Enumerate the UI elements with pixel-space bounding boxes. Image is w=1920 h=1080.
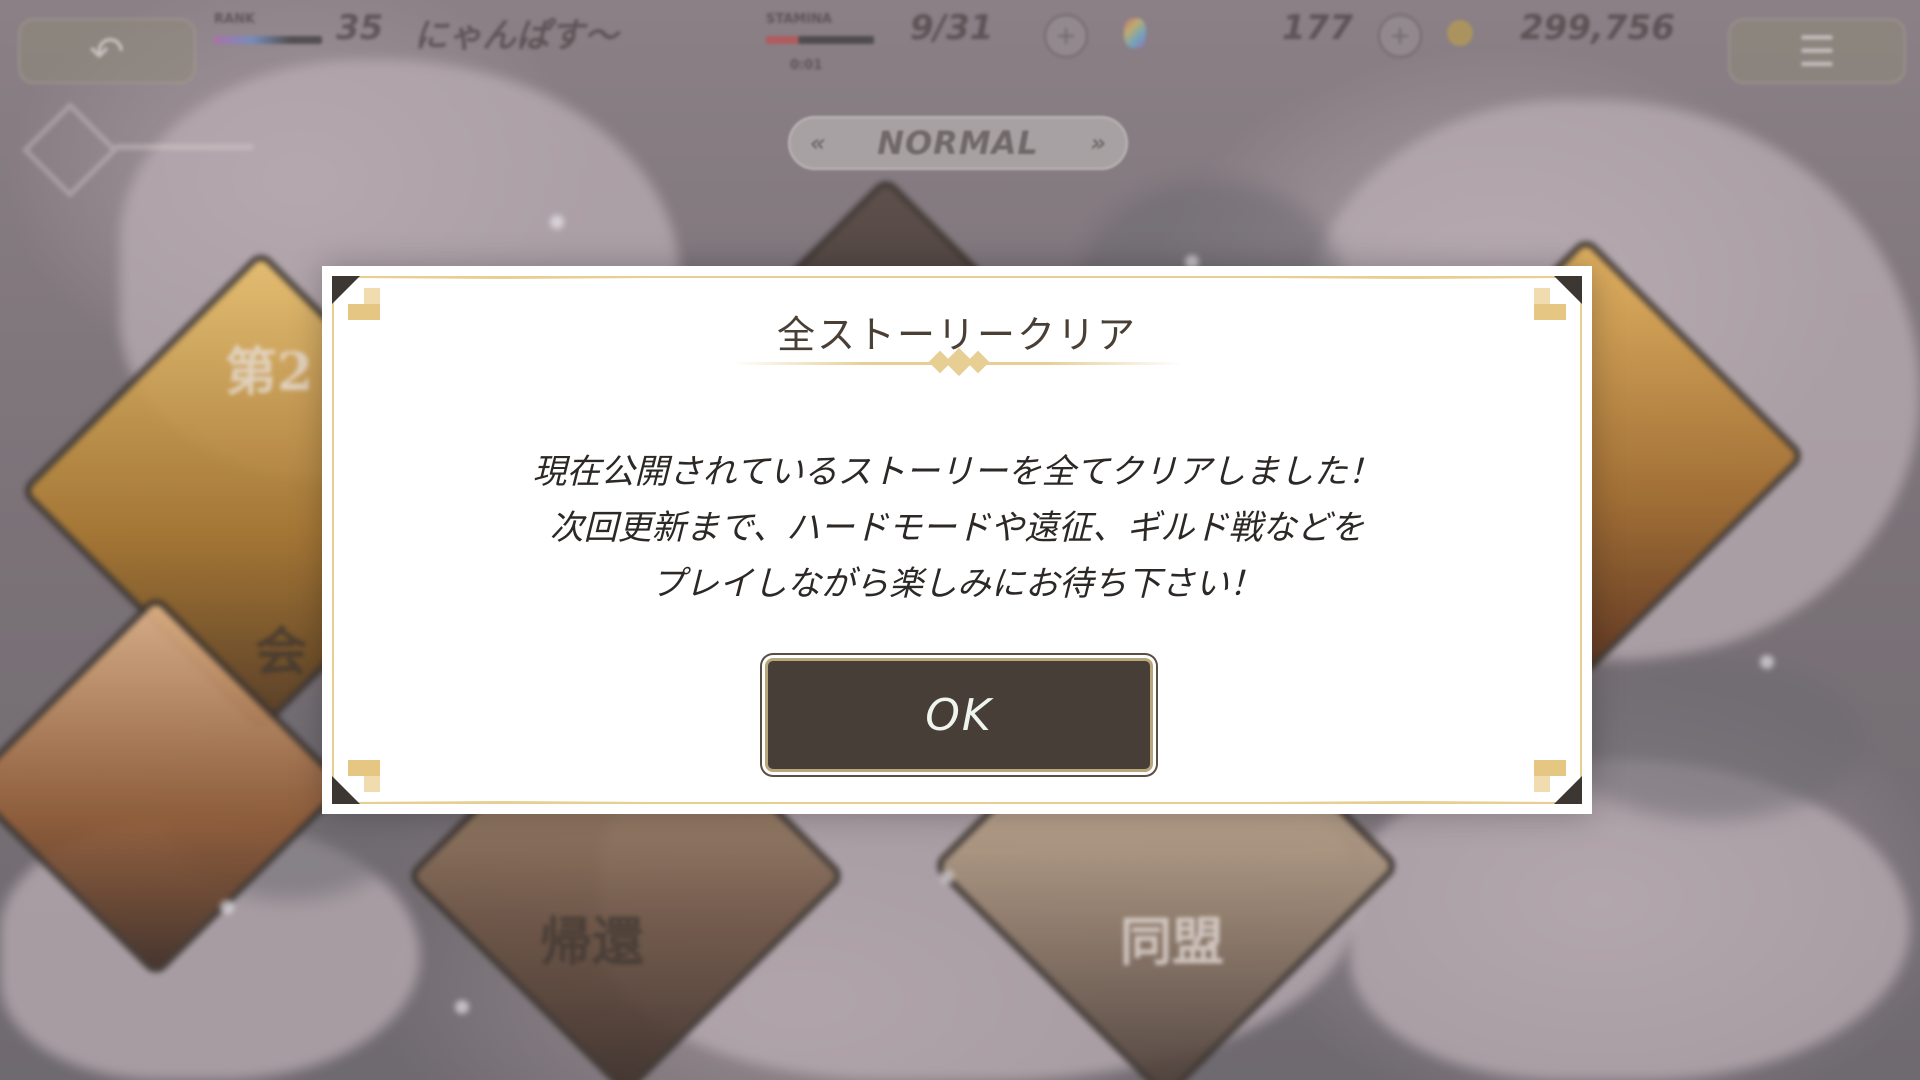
corner-ornament-icon xyxy=(1524,746,1592,814)
game-logo xyxy=(18,100,258,199)
hamburger-menu-icon: ☰ xyxy=(1798,26,1836,76)
mode-label: NORMAL xyxy=(877,124,1039,162)
ok-button-label: OK xyxy=(925,689,993,741)
corner-ornament-icon xyxy=(322,746,390,814)
coin-icon xyxy=(1447,20,1473,46)
player-name: にゃんぱす～ xyxy=(414,16,618,56)
stamina-bar xyxy=(766,36,874,44)
rank-exp-bar xyxy=(214,36,322,44)
stage-card-label-2: 会 xyxy=(255,622,308,683)
difficulty-mode-selector[interactable]: « NORMAL » xyxy=(788,116,1128,170)
stamina-timer: 0:01 xyxy=(790,58,823,73)
stage-card-label-3: 帰還 xyxy=(540,912,645,973)
add-stamina-button[interactable]: + xyxy=(1044,14,1088,58)
ok-button[interactable]: OK xyxy=(765,658,1153,772)
message-line-3: プレイしながら楽しみにお待ち下さい！ xyxy=(651,564,1263,604)
message-line-1: 現在公開されているストーリーを全てクリアしました！ xyxy=(532,452,1382,492)
plus-icon: + xyxy=(1055,21,1077,51)
rank-label: RANK xyxy=(214,12,256,27)
prev-mode-icon[interactable]: « xyxy=(810,129,826,157)
top-hud: ↶ RANK 35 にゃんぱす～ STAMINA 0:01 9/31 + 177… xyxy=(0,0,1920,90)
dialog-message: 現在公開されているストーリーを全てクリアしました！ 次回更新まで、ハードモードや… xyxy=(322,444,1592,612)
gem-icon xyxy=(1124,18,1146,48)
menu-button[interactable]: ☰ xyxy=(1728,18,1906,84)
message-line-2: 次回更新まで、ハードモードや遠征、ギルド戦などを xyxy=(549,508,1365,548)
plus-icon: + xyxy=(1389,21,1411,51)
story-clear-dialog: 全ストーリークリア 現在公開されているストーリーを全てクリアしました！ 次回更新… xyxy=(322,266,1592,814)
coin-count: 299,756 xyxy=(1520,8,1675,48)
back-arrow-icon: ↶ xyxy=(89,26,125,76)
back-button[interactable]: ↶ xyxy=(18,18,196,84)
rank-value: 35 xyxy=(336,8,384,48)
gem-count: 177 xyxy=(1282,8,1353,48)
stage-card-label-4: 同盟 xyxy=(1120,912,1225,973)
next-mode-icon[interactable]: » xyxy=(1090,129,1106,157)
stamina-label: STAMINA xyxy=(766,12,832,27)
stamina-value: 9/31 xyxy=(910,8,994,48)
add-gems-button[interactable]: + xyxy=(1378,14,1422,58)
stage-card-label-1: 第2 xyxy=(225,342,314,403)
